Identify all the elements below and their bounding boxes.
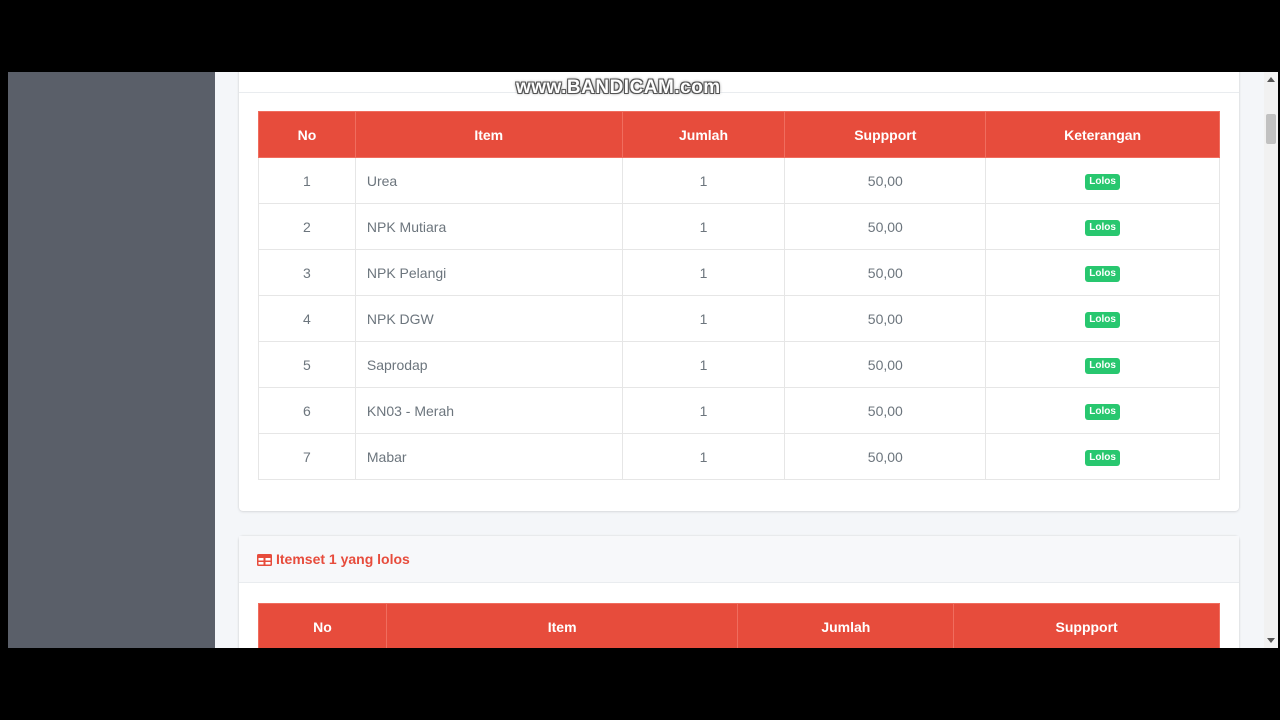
cell-keterangan: Lolos [985,295,1220,342]
table-row: 6 KN03 - Merah 1 50,00 Lolos [258,387,1220,434]
scroll-down-arrow-icon[interactable] [1267,638,1275,643]
app-viewport: No Item Jumlah Suppport Keterangan 1 Ure… [8,72,1278,648]
cell-support: 50,00 [784,433,987,480]
column-header-item[interactable]: Item [385,603,739,648]
column-header-item[interactable]: Item [354,111,623,158]
table-row: 4 NPK DGW 1 50,00 Lolos [258,295,1220,342]
scroll-up-arrow-icon[interactable] [1267,77,1275,82]
table-row: 3 NPK Pelangi 1 50,00 Lolos [258,249,1220,296]
cell-keterangan: Lolos [985,249,1220,296]
cell-jumlah: 1 [621,295,786,342]
column-header-no[interactable]: No [258,111,356,158]
vertical-scrollbar[interactable] [1264,72,1278,648]
itemset-result-card: No Item Jumlah Suppport Keterangan 1 Ure… [239,72,1239,511]
cell-no: 4 [258,295,356,342]
cell-item: NPK Pelangi [354,249,623,296]
status-badge: Lolos [1085,220,1120,236]
status-badge: Lolos [1085,450,1120,466]
status-badge: Lolos [1085,404,1120,420]
cell-jumlah: 1 [621,341,786,388]
itemset-1-card: Itemset 1 yang lolos No Item Jumlah Supp… [239,536,1239,648]
scrollbar-thumb[interactable] [1266,114,1276,144]
column-header-no[interactable]: No [258,603,387,648]
cell-keterangan: Lolos [985,341,1220,388]
status-badge: Lolos [1085,266,1120,282]
table-row: 2 NPK Mutiara 1 50,00 Lolos [258,203,1220,250]
recording-watermark: www.BANDICAM.com [516,77,721,98]
card-title: Itemset 1 yang lolos [276,551,410,567]
column-header-jumlah[interactable]: Jumlah [621,111,786,158]
column-header-jumlah[interactable]: Jumlah [737,603,955,648]
cell-keterangan: Lolos [985,433,1220,480]
column-header-keterangan[interactable]: Keterangan [985,111,1220,158]
table-row: 5 Saprodap 1 50,00 Lolos [258,341,1220,388]
cell-item: NPK Mutiara [354,203,623,250]
cell-item: Saprodap [354,341,623,388]
table-header-row: No Item Jumlah Suppport Keterangan [258,111,1220,158]
cell-support: 50,00 [784,387,987,434]
cell-support: 50,00 [784,249,987,296]
cell-keterangan: Lolos [985,203,1220,250]
cell-jumlah: 1 [621,203,786,250]
table-header-row: No Item Jumlah Suppport [258,603,1220,648]
cell-keterangan: Lolos [985,387,1220,434]
card-header [239,72,1239,93]
table-icon [257,553,272,566]
cell-item: Mabar [354,433,623,480]
cell-no: 7 [258,433,356,480]
cell-jumlah: 1 [621,249,786,296]
itemset-1-table: No Item Jumlah Suppport [258,603,1220,648]
column-header-support[interactable]: Suppport [784,111,987,158]
cell-no: 3 [258,249,356,296]
status-badge: Lolos [1085,174,1120,190]
main-content: No Item Jumlah Suppport Keterangan 1 Ure… [215,72,1264,648]
cell-jumlah: 1 [621,157,786,204]
table-row: 1 Urea 1 50,00 Lolos [258,157,1220,204]
cell-support: 50,00 [784,295,987,342]
cell-no: 1 [258,157,356,204]
cell-no: 2 [258,203,356,250]
cell-item: KN03 - Merah [354,387,623,434]
cell-support: 50,00 [784,203,987,250]
sidebar [8,72,215,648]
cell-item: NPK DGW [354,295,623,342]
cell-no: 5 [258,341,356,388]
cell-jumlah: 1 [621,433,786,480]
status-badge: Lolos [1085,358,1120,374]
cell-support: 50,00 [784,341,987,388]
cell-no: 6 [258,387,356,434]
column-header-support[interactable]: Suppport [953,603,1220,648]
itemset-table: No Item Jumlah Suppport Keterangan 1 Ure… [258,111,1220,480]
cell-jumlah: 1 [621,387,786,434]
cell-support: 50,00 [784,157,987,204]
cell-item: Urea [354,157,623,204]
card-header: Itemset 1 yang lolos [239,536,1239,583]
status-badge: Lolos [1085,312,1120,328]
table-row: 7 Mabar 1 50,00 Lolos [258,433,1220,480]
cell-keterangan: Lolos [985,157,1220,204]
